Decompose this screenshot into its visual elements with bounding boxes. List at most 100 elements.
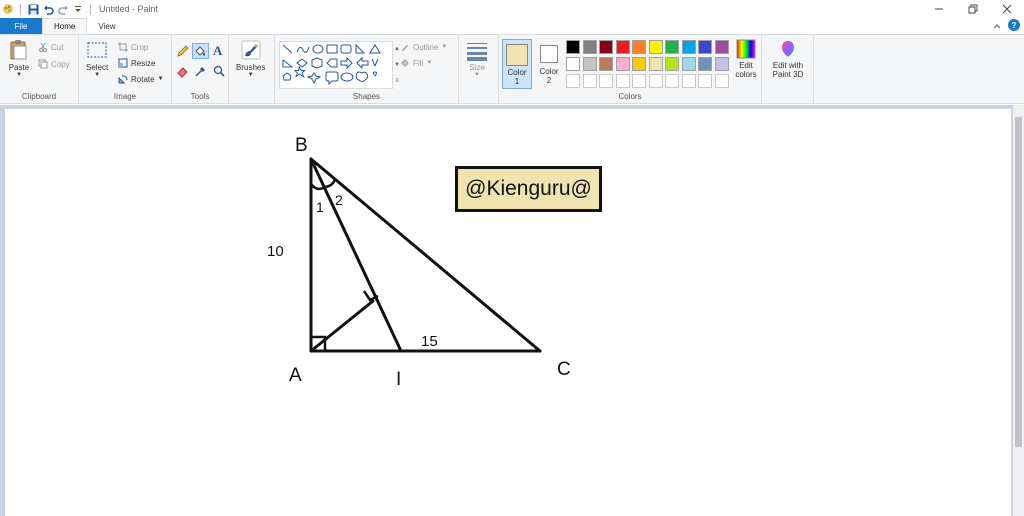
palette-swatch[interactable] xyxy=(632,57,646,71)
customize-qat-icon[interactable] xyxy=(72,3,84,15)
image-group-label: Image xyxy=(113,92,137,101)
palette-swatch[interactable] xyxy=(648,74,663,88)
size-group: Size ▼ xyxy=(459,35,499,103)
palette-swatch[interactable] xyxy=(665,74,679,88)
color2-num: 2 xyxy=(546,76,552,85)
ribbon: Paste ▼ Cut Copy Clipboard Select ▼ Crop… xyxy=(0,34,1024,104)
resize-icon xyxy=(118,58,128,68)
palette-swatch[interactable] xyxy=(615,40,630,54)
fill-tool[interactable] xyxy=(192,43,209,59)
paint3d-icon xyxy=(782,41,794,57)
palette-swatch[interactable] xyxy=(566,57,580,71)
paint3d-label-2: Paint 3D xyxy=(772,70,804,79)
color1-num: 1 xyxy=(514,77,520,86)
magnifier-tool[interactable] xyxy=(212,64,226,78)
help-icon[interactable]: ? xyxy=(1008,19,1020,31)
palette-swatch[interactable] xyxy=(665,57,679,71)
palette-swatch[interactable] xyxy=(681,40,696,54)
palette-swatch[interactable] xyxy=(615,74,630,88)
tab-file[interactable]: File xyxy=(0,18,42,34)
palette-swatch[interactable] xyxy=(698,74,712,88)
fill-button[interactable]: Fill ▼ xyxy=(400,58,432,68)
paste-button[interactable]: Paste ▼ xyxy=(8,39,30,78)
size-button[interactable]: Size ▼ xyxy=(466,39,488,78)
color2-button[interactable]: Color 2 xyxy=(535,39,563,89)
redo-icon[interactable] xyxy=(57,3,69,15)
close-button[interactable] xyxy=(990,0,1024,18)
pencil-tool[interactable] xyxy=(176,44,190,58)
save-icon[interactable] xyxy=(27,3,39,15)
side-label-ab: 10 xyxy=(267,243,284,260)
palette-swatch[interactable] xyxy=(599,40,613,54)
palette-swatch[interactable] xyxy=(632,74,646,88)
palette-swatch[interactable] xyxy=(566,40,580,54)
minimize-button[interactable] xyxy=(922,0,956,18)
brushes-group: Brushes ▼ xyxy=(229,35,275,103)
watermark-text: @Kienguru@ xyxy=(465,177,592,200)
edit-with-paint3d-button[interactable]: Edit with Paint 3D xyxy=(764,39,812,89)
cut-button[interactable]: Cut xyxy=(38,42,63,52)
palette-swatch[interactable] xyxy=(681,57,696,71)
palette-swatch[interactable] xyxy=(665,40,679,54)
paint3d-group: Edit with Paint 3D xyxy=(762,35,814,103)
brushes-button[interactable]: Brushes ▼ xyxy=(236,39,265,78)
edit-colors-label-2: colors xyxy=(735,70,757,79)
palette-swatch[interactable] xyxy=(698,40,712,54)
palette-swatch[interactable] xyxy=(566,74,580,88)
vertical-scrollbar[interactable] xyxy=(1013,105,1024,516)
side-label-ic: 15 xyxy=(421,333,438,350)
tab-view[interactable]: View xyxy=(87,18,126,34)
resize-button[interactable]: Resize xyxy=(118,58,155,68)
collapse-ribbon-icon[interactable] xyxy=(992,21,1002,31)
paint-app-icon[interactable] xyxy=(2,3,14,15)
crop-button[interactable]: Crop xyxy=(118,42,148,52)
restore-button[interactable] xyxy=(956,0,990,18)
text-tool[interactable]: A xyxy=(213,44,227,58)
palette-swatch[interactable] xyxy=(648,57,663,71)
palette-swatch[interactable] xyxy=(648,40,663,54)
pencil-icon xyxy=(177,45,189,57)
rotate-button[interactable]: Rotate ▼ xyxy=(118,74,164,84)
tools-group-label: Tools xyxy=(190,92,210,101)
clipboard-group: Paste ▼ Cut Copy Clipboard xyxy=(0,35,79,103)
qat-separator xyxy=(90,3,91,15)
fill-bucket-icon xyxy=(195,46,205,56)
scrollbar-thumb[interactable] xyxy=(1015,117,1022,447)
copy-button[interactable]: Copy xyxy=(38,59,70,69)
tab-home[interactable]: Home xyxy=(42,18,88,34)
palette-swatch[interactable] xyxy=(582,74,597,88)
color2-label: Color xyxy=(539,67,559,76)
vertex-label-b: B xyxy=(295,135,308,156)
palette-swatch[interactable] xyxy=(698,57,712,71)
altitude-ah xyxy=(309,299,375,353)
colors-group-label: Colors xyxy=(618,92,642,101)
palette-swatch[interactable] xyxy=(615,57,630,71)
ribbon-tabs: File Home View ? xyxy=(0,18,1024,34)
select-button[interactable]: Select ▼ xyxy=(86,39,108,78)
palette-swatch[interactable] xyxy=(599,57,613,71)
outline-button[interactable]: Outline ▼ xyxy=(400,42,447,52)
edit-colors-button[interactable]: Edit colors xyxy=(731,39,761,89)
palette-swatch[interactable] xyxy=(632,40,646,54)
angle-label-1: 1 xyxy=(316,199,324,215)
palette-swatch[interactable] xyxy=(582,57,597,71)
palette-swatch[interactable] xyxy=(714,57,729,71)
eraser-tool[interactable] xyxy=(176,64,190,78)
palette-swatch[interactable] xyxy=(681,74,696,88)
undo-icon[interactable] xyxy=(42,3,54,15)
drawing-canvas[interactable]: B A C I 10 15 1 2 @Kienguru@ xyxy=(5,109,1011,516)
palette-swatch[interactable] xyxy=(714,40,729,54)
clipboard-group-label: Clipboard xyxy=(21,92,57,101)
color1-swatch xyxy=(506,44,528,66)
shape-fill-icon xyxy=(401,59,409,67)
crop-icon xyxy=(118,42,128,52)
angle-label-2: 2 xyxy=(335,192,343,208)
palette-swatch[interactable] xyxy=(599,74,613,88)
palette-swatch[interactable] xyxy=(714,74,729,88)
chevron-down-icon: ▼ xyxy=(157,76,164,82)
color-picker-tool[interactable] xyxy=(194,64,208,78)
palette-swatch[interactable] xyxy=(582,40,597,54)
color-palette xyxy=(566,40,732,92)
color1-button[interactable]: Color 1 xyxy=(502,39,532,89)
edit-colors-label: Edit xyxy=(739,61,753,70)
